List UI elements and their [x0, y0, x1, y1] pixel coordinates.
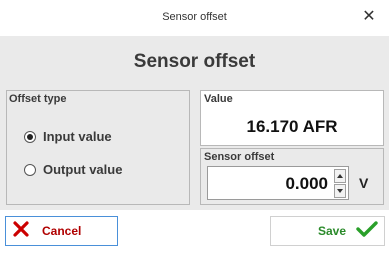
value-display: Value 16.170 AFR: [200, 90, 384, 146]
dialog-footer: Cancel Save: [0, 210, 389, 254]
window-title: Sensor offset: [162, 11, 227, 23]
radio-output-value[interactable]: Output value: [24, 162, 122, 177]
dialog-content: Sensor offset Offset type Input value Ou…: [0, 36, 389, 210]
value-readout: 16.170 AFR: [246, 117, 338, 136]
radio-output-value-label: Output value: [43, 162, 123, 177]
checkmark-icon: [356, 220, 378, 243]
sensor-offset-unit: V: [359, 175, 369, 191]
sensor-offset-value[interactable]: 0.000: [285, 174, 328, 194]
save-button[interactable]: Save: [270, 216, 385, 246]
x-icon: [12, 220, 30, 243]
cancel-button-label: Cancel: [42, 224, 82, 238]
sensor-offset-dialog: Sensor offset ✕ Sensor offset Offset typ…: [0, 0, 389, 254]
close-icon[interactable]: ✕: [359, 7, 379, 27]
radio-unselected-icon[interactable]: [24, 163, 36, 176]
radio-selected-icon[interactable]: [24, 130, 36, 143]
offset-type-group: Offset type Input value Output value: [6, 90, 190, 205]
radio-input-value[interactable]: Input value: [24, 129, 112, 144]
radio-input-value-label: Input value: [43, 129, 112, 144]
sensor-offset-label: Sensor offset: [204, 151, 275, 163]
stepper-down-icon[interactable]: [334, 184, 346, 198]
page-title: Sensor offset: [133, 51, 256, 72]
save-button-label: Save: [317, 224, 346, 238]
cancel-button[interactable]: Cancel: [5, 216, 118, 246]
sensor-offset-group: Sensor offset 0.000 V: [200, 148, 384, 205]
value-label: Value: [204, 93, 233, 105]
offset-type-label: Offset type: [9, 93, 67, 105]
title-bar: Sensor offset ✕: [0, 0, 389, 36]
sensor-offset-stepper[interactable]: 0.000: [207, 166, 349, 200]
stepper-up-icon[interactable]: [334, 169, 346, 183]
